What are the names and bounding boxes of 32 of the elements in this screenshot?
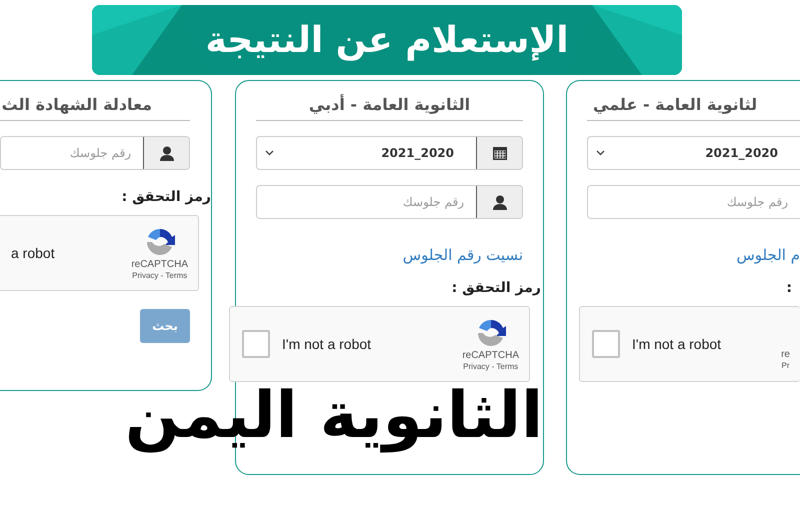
captcha-text: I'm not a robot <box>282 336 372 352</box>
captcha-checkbox[interactable] <box>592 330 620 358</box>
privacy-terms-links[interactable]: Privacy - Terms <box>132 271 188 280</box>
captcha-label: رمز التحقق : <box>452 280 541 296</box>
seat-number-field[interactable]: رقم جلوسك <box>587 185 800 219</box>
privacy-terms-links[interactable]: Privacy - Terms <box>463 362 518 371</box>
captcha-label: رمز التحقق : <box>122 189 211 205</box>
recaptcha-brand: reCAPTCHA <box>462 350 519 361</box>
captcha-text: I'm not a robot <box>632 336 722 352</box>
chevron-down-icon <box>596 150 605 156</box>
calendar-icon <box>492 146 506 160</box>
year-select[interactable]: 2021_2020 <box>256 136 523 170</box>
user-icon <box>160 146 174 160</box>
privacy-terms-links[interactable]: Pr <box>782 360 790 370</box>
year-value: 2021_2020 <box>381 146 454 160</box>
user-icon <box>492 194 506 210</box>
banner-title: الإستعلام عن النتيجة <box>205 20 569 60</box>
forgot-seat-number-link[interactable]: م الجلوس <box>736 246 800 264</box>
captcha-checkbox[interactable] <box>242 330 270 358</box>
card-title: لثانوية العامة - علمي <box>592 94 758 116</box>
captcha-text: a robot <box>11 245 56 261</box>
year-value: 2021_2020 <box>705 146 778 160</box>
chevron-down-icon <box>265 150 274 156</box>
year-select[interactable]: 2021_2020 <box>587 136 800 170</box>
forgot-seat-number-link[interactable]: نسيت رقم الجلوس <box>402 246 523 264</box>
recaptcha-brand: reCAPTCHA <box>131 259 188 270</box>
seat-number-field[interactable]: رقم جلوسك <box>256 185 523 219</box>
seat-number-field[interactable]: رقم جلوسك <box>0 136 190 170</box>
captcha-label: : <box>786 280 792 296</box>
card-title: معادلة الشهادة الث <box>0 94 153 116</box>
card-title: الثانوية العامة - أدبي <box>308 93 472 116</box>
recaptcha-brand: re <box>781 348 790 360</box>
